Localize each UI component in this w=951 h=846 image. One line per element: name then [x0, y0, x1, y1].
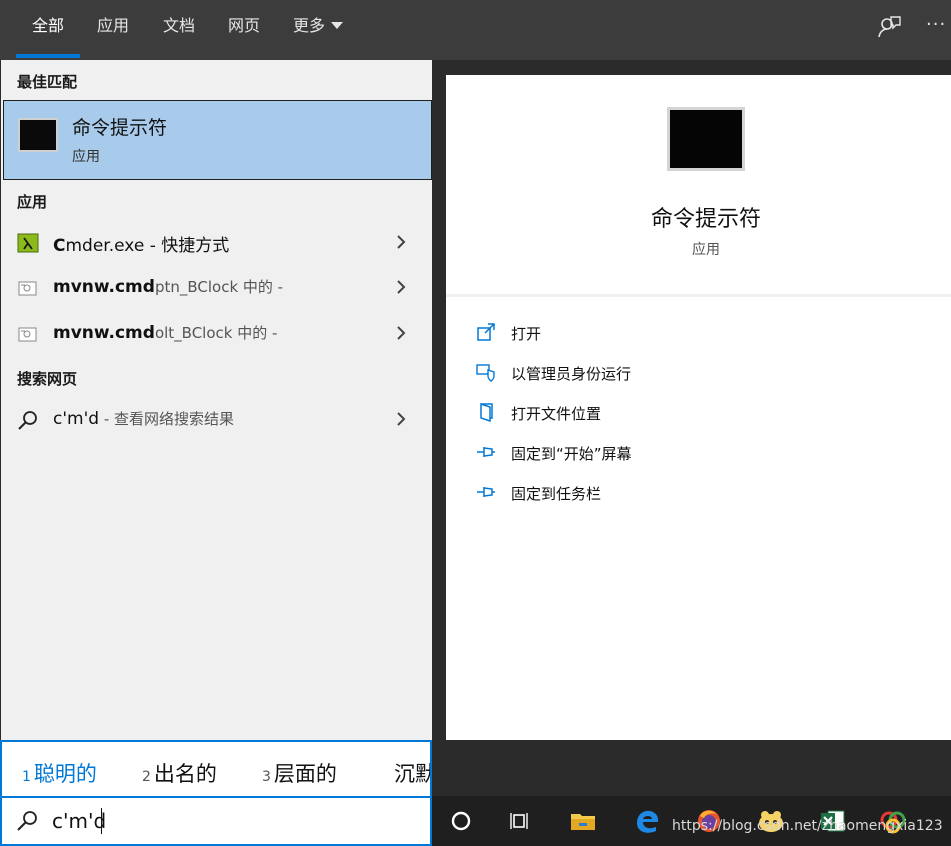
- active-tab-indicator: [16, 54, 80, 58]
- cortana-icon[interactable]: [446, 806, 476, 836]
- command-prompt-icon: [18, 118, 58, 152]
- app-result-label: Cmder.exe - 快捷方式: [53, 236, 230, 256]
- chevron-right-icon[interactable]: [396, 325, 406, 341]
- script-file-icon: [18, 327, 37, 342]
- pin-icon: [477, 447, 495, 457]
- script-file-icon: [18, 281, 37, 296]
- file-explorer-icon[interactable]: [568, 806, 598, 836]
- chevron-right-icon[interactable]: [396, 279, 406, 295]
- ime-candidate-1[interactable]: 1 聪明的: [22, 758, 97, 788]
- best-match-result[interactable]: 命令提示符 应用: [3, 100, 432, 180]
- tab-all[interactable]: 全部: [32, 0, 64, 60]
- best-match-subtitle: 应用: [72, 149, 100, 165]
- folder-location-icon: [480, 402, 493, 422]
- preview-title: 命令提示符: [650, 207, 761, 232]
- feedback-icon[interactable]: [876, 14, 902, 40]
- task-view-icon[interactable]: [506, 806, 536, 836]
- tab-more-label: 更多: [293, 16, 326, 35]
- open-icon: [477, 323, 495, 341]
- tab-apps[interactable]: 应用: [97, 0, 129, 60]
- tab-web[interactable]: 网页: [228, 0, 260, 60]
- search-filter-bar: 全部 应用 文档 网页 更多 ···: [0, 0, 951, 60]
- watermark-text: https://blog.csdn.net/zhaomengxia123: [672, 818, 943, 834]
- cmder-lambda-icon: [17, 233, 39, 253]
- section-best-match: 最佳匹配: [17, 73, 78, 91]
- action-label: 打开: [511, 325, 542, 343]
- web-result-label: c'm'd - 查看网络搜索结果: [53, 409, 234, 429]
- action-label: 打开文件位置: [511, 405, 602, 423]
- chevron-right-icon[interactable]: [396, 234, 406, 250]
- shield-icon: [476, 364, 495, 382]
- action-label: 固定到任务栏: [511, 485, 602, 503]
- action-label: 固定到“开始”屏幕: [511, 445, 632, 463]
- more-options-icon[interactable]: ···: [926, 14, 946, 35]
- preview-subtitle: 应用: [692, 242, 720, 258]
- app-result-cmder[interactable]: Cmder.exe - 快捷方式: [3, 221, 432, 265]
- section-web: 搜索网页: [17, 370, 78, 388]
- caret-down-icon: [331, 22, 344, 29]
- taskbar: https://blog.csdn.net/zhaomengxia123: [432, 796, 951, 846]
- web-search-result[interactable]: c'm'd - 查看网络搜索结果: [3, 398, 432, 442]
- search-box[interactable]: c'm'd: [0, 796, 432, 846]
- ime-candidate-bar: 1 聪明的 2 出名的 3 层面的 沉默: [0, 740, 432, 796]
- edge-browser-icon[interactable]: [632, 806, 662, 836]
- action-label: 以管理员身份运行: [511, 365, 632, 383]
- results-panel: 最佳匹配 命令提示符 应用 应用 Cmder.exe - 快捷方式 mvnw.c…: [0, 60, 432, 740]
- app-result-mvnw-2[interactable]: mvnw.cmdolt_BClock 中的 -: [3, 312, 432, 356]
- ime-candidate-3[interactable]: 3 层面的: [262, 758, 337, 788]
- app-result-label: mvnw.cmdptn_BClock 中的 -: [53, 277, 284, 297]
- search-icon: [17, 811, 37, 831]
- app-result-label: mvnw.cmdolt_BClock 中的 -: [53, 323, 278, 343]
- chevron-right-icon[interactable]: [396, 411, 406, 427]
- text-caret: [101, 808, 102, 834]
- tab-documents[interactable]: 文档: [163, 0, 195, 60]
- ime-candidate-2[interactable]: 2 出名的: [142, 758, 217, 788]
- tab-more[interactable]: 更多: [293, 0, 344, 60]
- command-prompt-icon: [667, 107, 745, 171]
- preview-divider: [446, 294, 951, 297]
- preview-panel: 命令提示符 应用 打开 以管理员身份运行 打开文件位置 固定到“开始”屏幕 固定…: [446, 75, 951, 740]
- app-result-mvnw-1[interactable]: mvnw.cmdptn_BClock 中的 -: [3, 266, 432, 310]
- best-match-title: 命令提示符: [72, 117, 168, 139]
- ime-candidate-4[interactable]: 沉默: [394, 758, 430, 788]
- pin-icon: [477, 487, 495, 497]
- search-input[interactable]: c'm'd: [52, 809, 106, 833]
- search-icon: [18, 411, 37, 430]
- section-apps: 应用: [17, 193, 48, 211]
- ime-bar-background: [432, 740, 951, 796]
